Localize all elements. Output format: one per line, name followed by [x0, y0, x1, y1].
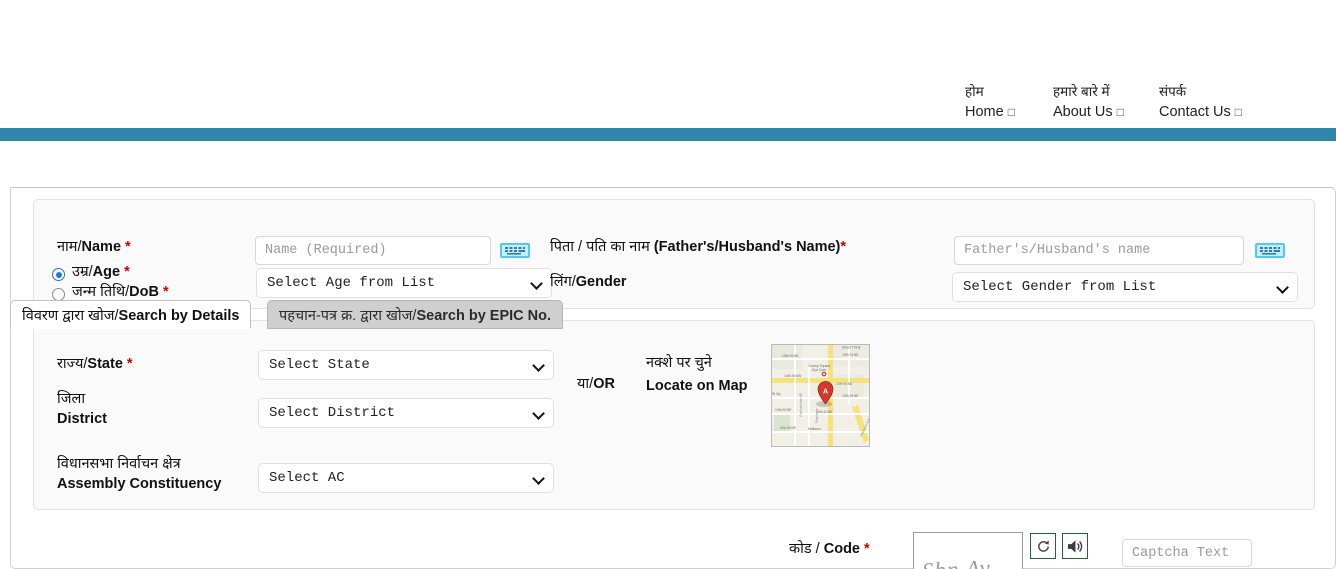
locate-on-map-label[interactable]: नक्शे पर चुने Locate on Map — [646, 354, 748, 396]
tab-search-by-details[interactable]: विवरण द्वारा खोज/Search by Details — [10, 300, 252, 329]
tab-details-english: Search by Details — [118, 308, 240, 324]
nav-item-home[interactable]: होम Home □ — [965, 82, 1053, 123]
nav-item-home-english: Home □ — [965, 103, 1015, 120]
svg-text:19th St NE: 19th St NE — [842, 353, 859, 357]
state-label: राज्य/State * — [57, 356, 133, 372]
nav-item-contact-hindi: संपर्क — [1159, 84, 1187, 99]
top-navigation: होम Home □ हमारे बारे में About Us □ संप… — [0, 0, 1336, 128]
keyboard-icon[interactable] — [500, 243, 530, 258]
ac-select[interactable]: Select AC — [258, 463, 554, 493]
search-form-panel: नाम/Name * उम्र/Age * जन्म तिथि/DoB * — [10, 187, 1336, 569]
refresh-icon[interactable] — [1030, 533, 1056, 559]
locate-on-map-thumbnail[interactable]: 19th St NE 19th St NE Street Thirty Colo… — [771, 344, 870, 447]
age-label: उम्र/Age * — [72, 264, 130, 280]
name-input[interactable] — [255, 236, 491, 265]
svg-text:11th St NE: 11th St NE — [780, 426, 797, 430]
dob-required-mark: * — [162, 284, 169, 300]
nav-item-about-english: About Us □ — [1053, 103, 1124, 120]
name-label: नाम/Name * — [57, 239, 131, 255]
captcha-label: कोड / Code * — [789, 541, 870, 557]
age-select[interactable]: Select Age from List — [256, 268, 552, 298]
captcha-required-mark: * — [864, 541, 870, 557]
tab-epic-hindi: पहचान-पत्र क्र. द्वारा खोज/ — [279, 308, 417, 324]
svg-text:Midtown: Midtown — [808, 427, 821, 431]
nav-item-about-us[interactable]: हमारे बारे में About Us □ — [1053, 82, 1159, 123]
nav-contact-box-glyph: □ — [1234, 104, 1243, 119]
tab-epic-english: Search by EPIC No. — [416, 308, 552, 324]
svg-text:19th St NE: 19th St NE — [782, 354, 799, 358]
svg-text:St Np: St Np — [772, 392, 781, 396]
accent-bar — [0, 128, 1336, 141]
age-radio[interactable] — [52, 268, 65, 281]
svg-text:Eye Care: Eye Care — [812, 368, 826, 372]
father-husband-label: पिता / पति का नाम (Father's/Husband's Na… — [550, 239, 847, 255]
captcha-input[interactable] — [1122, 539, 1252, 567]
state-required-mark: * — [126, 356, 133, 372]
svg-text:10th St NE: 10th St NE — [775, 408, 792, 412]
tab-search-by-epic[interactable]: पहचान-पत्र क्र. द्वारा खोज/Search by EPI… — [267, 300, 564, 329]
tab-details-hindi: विवरण द्वारा खोज/ — [22, 308, 119, 324]
nav-item-about-hindi: हमारे बारे में — [1053, 84, 1110, 99]
location-details-group: राज्य/State * Select State जिला District… — [33, 320, 1315, 510]
nav-item-home-hindi: होम — [965, 84, 984, 99]
svg-text:14th St NW: 14th St NW — [784, 374, 802, 378]
svg-text:13th St NE: 13th St NE — [842, 394, 859, 398]
svg-text:Peachtree: Peachtree — [815, 408, 819, 423]
nav-item-contact-english: Contact Us □ — [1159, 103, 1243, 120]
age-required-mark: * — [124, 264, 130, 280]
svg-text:14th St NE: 14th St NE — [836, 382, 853, 386]
assembly-constituency-label: विधानसभा निर्वाचन क्षेत्र Assembly Const… — [57, 456, 222, 492]
name-required-mark: * — [125, 239, 131, 255]
nav-links: होम Home □ हमारे बारे में About Us □ संप… — [965, 82, 1265, 123]
svg-text:Street Thirty: Street Thirty — [842, 346, 861, 350]
captcha-image-text: Sbn Av — [921, 555, 991, 569]
district-select[interactable]: Select District — [258, 398, 554, 428]
nav-home-box-glyph: □ — [1007, 104, 1015, 119]
gender-select[interactable]: Select Gender from List — [952, 272, 1298, 302]
svg-text:A: A — [823, 389, 828, 396]
gender-label: लिंग/Gender — [550, 274, 627, 290]
father-husband-input[interactable] — [954, 236, 1244, 265]
captcha-image: Sbn Av — [913, 532, 1023, 569]
speaker-icon[interactable] — [1062, 533, 1088, 559]
personal-details-group: नाम/Name * उम्र/Age * जन्म तिथि/DoB * — [33, 199, 1315, 309]
district-label: जिला District — [57, 391, 107, 427]
nav-item-contact-us[interactable]: संपर्क Contact Us □ — [1159, 82, 1265, 123]
state-select[interactable]: Select State — [258, 350, 554, 380]
tab-row: विवरण द्वारा खोज/Search by Details पहचान… — [0, 141, 1336, 329]
or-label: या/OR — [577, 376, 615, 392]
page-root: होम Home □ हमारे बारे में About Us □ संप… — [0, 0, 1336, 569]
nav-about-box-glyph: □ — [1116, 104, 1124, 119]
father-required-mark: * — [840, 239, 847, 255]
keyboard-icon[interactable] — [1255, 243, 1285, 258]
svg-text:Crescent Ave NE: Crescent Ave NE — [799, 393, 803, 417]
